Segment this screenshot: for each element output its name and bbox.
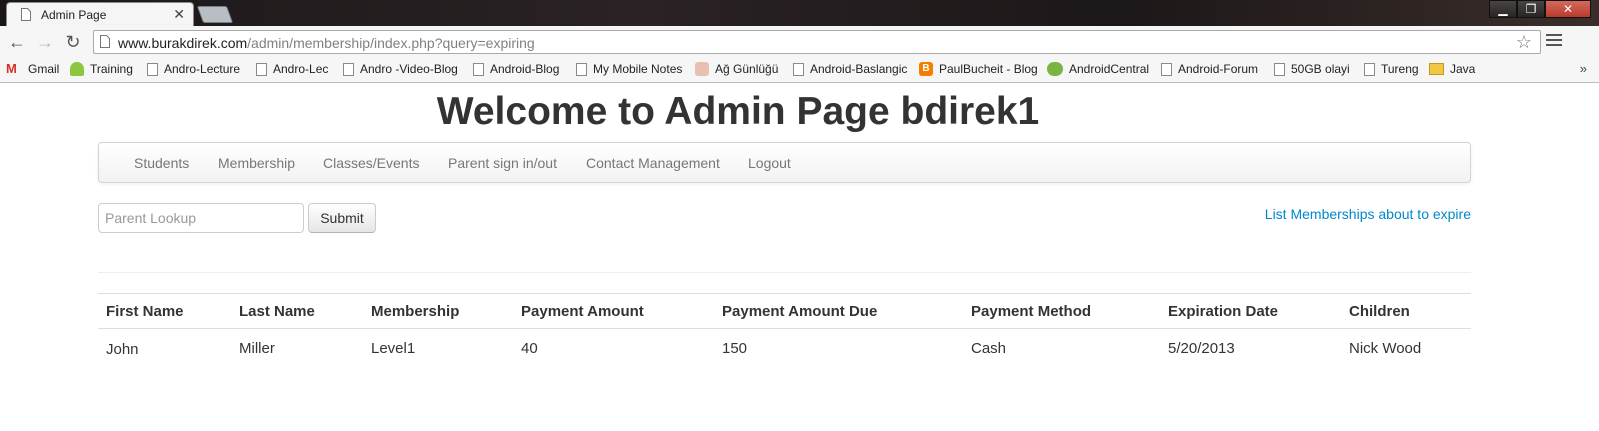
- bookmark-label: AndroidCentral: [1069, 62, 1150, 76]
- nav-students[interactable]: Students: [134, 155, 189, 171]
- cell-first-name: John: [106, 341, 139, 358]
- submit-button[interactable]: Submit: [308, 203, 376, 233]
- browser-titlebar: Admin Page ✕ ▁ ❐ ✕: [0, 0, 1599, 26]
- bookmark-label: Android-Blog: [490, 62, 560, 76]
- column-header-payment-amount: Payment Amount: [513, 293, 714, 329]
- cell-payment-amount-due: 150: [722, 340, 748, 357]
- new-tab-button[interactable]: [196, 6, 234, 23]
- cell-last-name: Miller: [239, 340, 275, 357]
- bookmark-star-icon[interactable]: ☆: [1516, 32, 1532, 53]
- column-header-membership: Membership: [363, 293, 513, 329]
- bookmark-label: My Mobile Notes: [593, 62, 683, 76]
- parent-lookup-input[interactable]: [98, 203, 304, 233]
- page-icon: [576, 62, 587, 76]
- nav-classes-events[interactable]: Classes/Events: [323, 155, 419, 171]
- bookmark-label: Ağ Günlüğü: [715, 62, 779, 76]
- column-header-payment-amount-due: Payment Amount Due: [714, 293, 963, 329]
- maximize-button[interactable]: ❐: [1517, 0, 1545, 18]
- folder-icon: [1429, 63, 1444, 75]
- tab-title: Admin Page: [41, 8, 107, 22]
- minimize-button[interactable]: ▁: [1489, 0, 1517, 18]
- bookmark-50gb-olayi[interactable]: 50GB olayi: [1274, 62, 1350, 76]
- bookmark-paulbucheit-blog[interactable]: B PaulBucheit - Blog: [919, 62, 1038, 76]
- forward-icon[interactable]: →: [34, 31, 56, 53]
- cell-membership: Level1: [371, 340, 416, 357]
- bookmark-training[interactable]: Training: [70, 62, 133, 76]
- cell-payment-amount: 40: [521, 340, 538, 357]
- main-navbar: Students Membership Classes/Events Paren…: [98, 142, 1471, 183]
- back-icon[interactable]: ←: [6, 31, 28, 53]
- divider: [98, 272, 1471, 273]
- page-title: Welcome to Admin Page bdirek1: [436, 90, 1040, 133]
- bookmark-andro-lec[interactable]: Andro-Lec: [256, 62, 328, 76]
- bookmark-my-mobile-notes[interactable]: My Mobile Notes: [576, 62, 682, 76]
- bookmark-label: Andro -Video-Blog: [360, 62, 458, 76]
- address-bar[interactable]: www.burakdirek.com/admin/membership/inde…: [93, 30, 1541, 54]
- bookmark-andro-lecture[interactable]: Andro-Lecture: [147, 62, 240, 76]
- close-tab-icon[interactable]: ✕: [173, 6, 185, 22]
- column-header-last-name: Last Name: [231, 293, 363, 329]
- memberships-table: First Name Last Name Membership Payment …: [98, 293, 1471, 368]
- blog-icon: [695, 62, 709, 76]
- column-header-expiration-date: Expiration Date: [1160, 293, 1341, 329]
- more-bookmarks-icon[interactable]: »: [1580, 61, 1587, 76]
- page-icon: [256, 62, 267, 76]
- bookmark-androidcentral[interactable]: AndroidCentral: [1047, 62, 1149, 76]
- chrome-menu-icon[interactable]: [1546, 31, 1562, 49]
- bookmark-gmail[interactable]: M Gmail: [6, 62, 59, 76]
- blogger-icon: B: [919, 62, 933, 76]
- gmail-icon: M: [6, 61, 17, 76]
- bookmark-label: Training: [90, 62, 133, 76]
- nav-contact-management[interactable]: Contact Management: [586, 155, 720, 171]
- bookmark-tureng[interactable]: Tureng: [1364, 62, 1419, 76]
- nav-membership[interactable]: Membership: [218, 155, 295, 171]
- column-header-children: Children: [1341, 293, 1471, 329]
- page-icon: [1274, 62, 1285, 76]
- page-icon: [473, 62, 484, 76]
- page-icon: [21, 8, 31, 21]
- bookmark-label: Android-Forum: [1178, 62, 1259, 76]
- page-icon: [1161, 62, 1172, 76]
- bookmark-label: Gmail: [28, 62, 60, 76]
- cell-children: Nick Wood: [1349, 340, 1422, 357]
- bookmark-java-folder[interactable]: Java: [1429, 62, 1475, 76]
- nav-parent-sign-in-out[interactable]: Parent sign in/out: [448, 155, 557, 171]
- table-row: John Miller Level1 40 150 Cash 5/20/2013…: [98, 329, 1471, 369]
- browser-tab[interactable]: Admin Page ✕: [6, 2, 194, 26]
- bookmark-ag-gunlugu[interactable]: Ağ Günlüğü: [695, 62, 778, 76]
- column-header-payment-method: Payment Method: [963, 293, 1160, 329]
- url-path: /admin/membership/index.php?query=expiri…: [247, 35, 535, 51]
- bookmark-label: PaulBucheit - Blog: [939, 62, 1038, 76]
- window-close-button[interactable]: ✕: [1545, 0, 1591, 18]
- url-host: www.burakdirek.com: [118, 35, 248, 51]
- bookmarks-bar: M Gmail Training Andro-Lecture Andro-Lec…: [0, 58, 1599, 83]
- nav-logout[interactable]: Logout: [748, 155, 791, 171]
- bookmark-label: 50GB olayi: [1291, 62, 1350, 76]
- page-icon: [793, 62, 804, 76]
- bookmark-android-baslangic[interactable]: Android-Baslangic: [793, 62, 907, 76]
- list-expiring-memberships-link[interactable]: List Memberships about to expire: [1265, 206, 1471, 222]
- bookmark-android-forum[interactable]: Android-Forum: [1161, 62, 1258, 76]
- bookmark-android-blog[interactable]: Android-Blog: [473, 62, 559, 76]
- bookmark-label: Android-Baslangic: [810, 62, 908, 76]
- bookmark-label: Andro-Lecture: [164, 62, 241, 76]
- page-icon: [1364, 62, 1375, 76]
- table-header-row: First Name Last Name Membership Payment …: [98, 293, 1471, 329]
- cell-payment-method: Cash: [971, 340, 1007, 357]
- reload-icon[interactable]: ↻: [62, 31, 84, 53]
- android-icon: [70, 62, 84, 76]
- url-text: www.burakdirek.com/admin/membership/inde…: [118, 35, 535, 51]
- bookmark-andro-video-blog[interactable]: Andro -Video-Blog: [343, 62, 458, 76]
- bookmark-label: Andro-Lec: [273, 62, 329, 76]
- bookmark-label: Tureng: [1381, 62, 1419, 76]
- cell-expiration-date: 5/20/2013: [1168, 340, 1235, 357]
- page-icon: [147, 62, 158, 76]
- page-icon: [343, 62, 354, 76]
- window-controls: ▁ ❐ ✕: [1489, 0, 1591, 20]
- page-icon: [100, 35, 110, 48]
- column-header-first-name: First Name: [98, 293, 231, 329]
- bookmark-label: Java: [1450, 62, 1476, 76]
- androidcentral-icon: [1047, 62, 1063, 76]
